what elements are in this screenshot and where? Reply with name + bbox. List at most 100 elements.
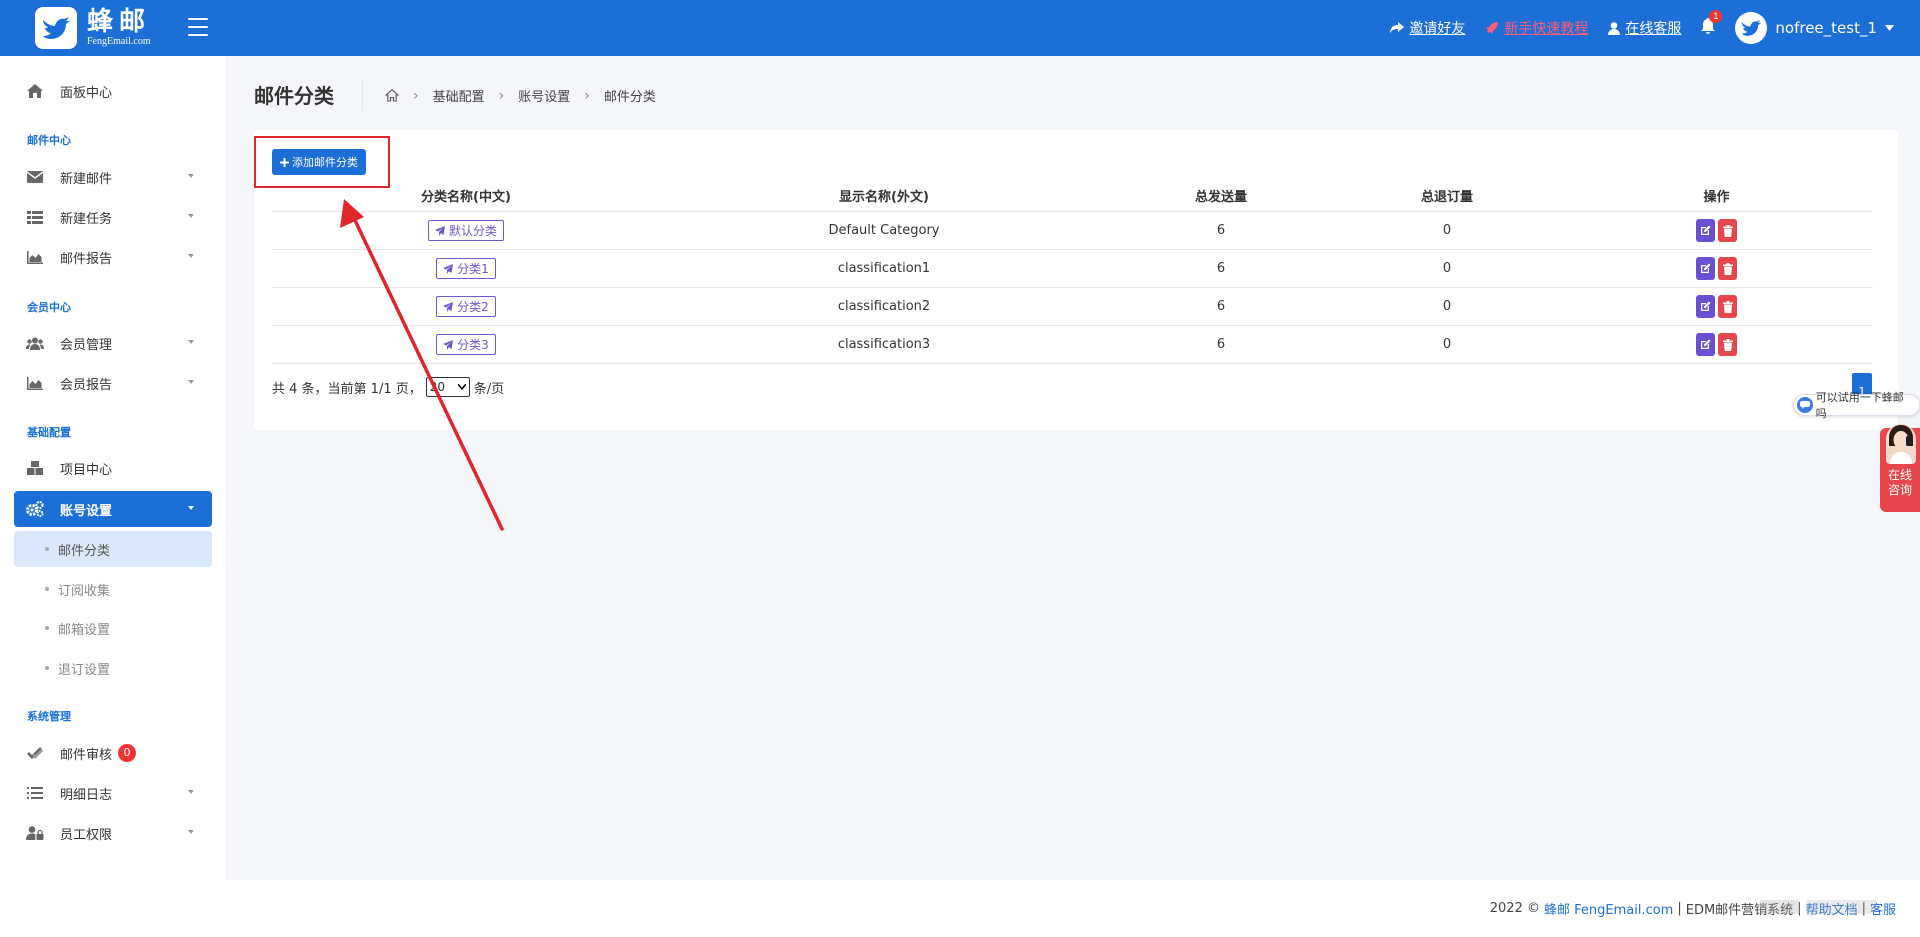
invite-friends-link[interactable]: 邀请好友 — [1390, 18, 1465, 38]
category-name: 默认分类 — [448, 224, 497, 238]
breadcrumb-separator-icon: › — [584, 87, 590, 104]
brand-link[interactable]: 蜂邮 FengEmail.com — [1544, 899, 1673, 918]
page-size-value: 20 — [429, 380, 446, 394]
category-name: 分类2 — [457, 300, 489, 314]
users-icon — [26, 334, 44, 352]
chevron-down-icon — [188, 214, 194, 218]
sidebar-item-member-manage[interactable]: 会员管理 — [14, 325, 212, 361]
display-name: classification2 — [837, 299, 931, 314]
sidebar-item-label: 会员管理 — [60, 337, 113, 353]
table-row: 默认分类 Default Category 6 0 — [272, 212, 1873, 250]
breadcrumb-item: 邮件分类 — [603, 90, 656, 105]
sidebar-item-project-center[interactable]: 项目中心 — [14, 450, 212, 486]
section-member-center: 会员中心 — [27, 301, 71, 314]
column-header: 显示名称(外文) — [839, 190, 929, 205]
logo[interactable]: 蜂邮 FengEmail.com — [35, 6, 185, 50]
table-row: 分类1 classification1 6 0 — [272, 250, 1873, 288]
breadcrumb-separator-icon: › — [498, 87, 505, 104]
footer-separator: | — [1677, 901, 1682, 916]
total-sent: 6 — [1216, 261, 1226, 276]
sidebar-item-label: 邮件报告 — [60, 251, 113, 267]
list-icon — [26, 784, 44, 802]
display-name: Default Category — [828, 223, 940, 238]
share-icon — [1390, 22, 1405, 34]
cubes-icon — [26, 459, 44, 477]
avatar — [1735, 12, 1768, 44]
table-row: 分类3 classification3 6 0 — [272, 326, 1873, 364]
display-name: classification3 — [837, 337, 931, 352]
category-tag[interactable]: 分类3 — [436, 334, 496, 355]
sidebar: 面板中心 邮件中心 新建邮件 新建任务 邮件报告 会员中心 会员管理 会员报告 … — [0, 56, 226, 937]
trash-icon — [1722, 262, 1733, 275]
sidebar-subitem-unsubscribe[interactable]: 退订设置 — [14, 650, 212, 686]
table-row: 分类2 classification2 6 0 — [272, 288, 1873, 326]
category-tag[interactable]: 默认分类 — [427, 220, 504, 241]
chevron-down-icon — [188, 830, 194, 834]
online-consult-button[interactable]: 在线 咨询 — [1880, 424, 1920, 512]
sidebar-item-new-task[interactable]: 新建任务 — [14, 199, 212, 235]
edit-button[interactable] — [1696, 333, 1715, 356]
sidebar-item-label: 项目中心 — [60, 462, 113, 478]
sidebar-item-label: 账号设置 — [60, 503, 113, 519]
breadcrumb-item[interactable]: 基础配置 — [433, 86, 485, 105]
agent-avatar — [1886, 424, 1916, 464]
delete-button[interactable] — [1718, 257, 1737, 280]
delete-button[interactable] — [1718, 333, 1737, 356]
total-unsubscribed: 0 — [1442, 223, 1452, 238]
double-check-icon — [26, 744, 44, 762]
edit-button[interactable] — [1696, 219, 1715, 242]
sidebar-item-account-settings[interactable]: 账号设置 — [14, 491, 212, 527]
brand-domain: FengEmail.com — [87, 36, 151, 47]
sidebar-item-mail-review[interactable]: 邮件审核 0 — [14, 735, 212, 771]
notification-count: 1 — [1709, 10, 1723, 23]
delete-button[interactable] — [1718, 295, 1737, 318]
paper-plane-icon — [434, 225, 445, 236]
table-header: 分类名称(中文) 显示名称(外文) 总发送量 总退订量 操作 — [272, 180, 1873, 212]
sidebar-item-label: 邮件审核 — [60, 747, 113, 763]
delete-button[interactable] — [1718, 219, 1737, 242]
page-title: 邮件分类 — [254, 84, 334, 108]
home-icon[interactable] — [385, 89, 399, 102]
quick-tutorial-link[interactable]: 新手快速教程 — [1485, 18, 1588, 38]
notification-bell[interactable]: 1 — [1701, 10, 1723, 38]
category-name: 分类3 — [457, 338, 489, 352]
sidebar-item-detail-log[interactable]: 明细日志 — [14, 775, 212, 811]
edit-icon — [1701, 225, 1711, 235]
sidebar-subitem-mailbox[interactable]: 邮箱设置 — [14, 610, 212, 646]
pager: 共 4 条，当前第 1/1 页， 20 条/页 — [272, 377, 504, 397]
sidebar-item-dashboard[interactable]: 面板中心 — [14, 73, 212, 109]
online-support-label: 在线客服 — [1625, 21, 1682, 37]
user-menu[interactable]: nofree_test_1 — [1735, 12, 1894, 44]
edit-button[interactable] — [1696, 257, 1715, 280]
chat-icon — [1797, 397, 1813, 413]
sidebar-subitem-subscription[interactable]: 订阅收集 — [14, 571, 212, 607]
category-tag[interactable]: 分类1 — [436, 258, 496, 279]
page-size-select[interactable]: 20 — [425, 377, 470, 397]
username: nofree_test_1 — [1775, 19, 1877, 37]
quick-tutorial-label: 新手快速教程 — [1504, 21, 1589, 37]
edit-button[interactable] — [1696, 295, 1715, 318]
sidebar-item-new-mail[interactable]: 新建邮件 — [14, 159, 212, 195]
sidebar-subitem-mail-category[interactable]: 邮件分类 — [14, 531, 212, 567]
sidebar-item-member-report[interactable]: 会员报告 — [14, 365, 212, 401]
menu-toggle-icon[interactable] — [188, 18, 208, 36]
sidebar-item-mail-report[interactable]: 邮件报告 — [14, 239, 212, 275]
sidebar-item-label: 员工权限 — [60, 827, 113, 843]
edit-icon — [1701, 339, 1711, 349]
sidebar-item-label: 会员报告 — [60, 377, 113, 393]
sidebar-item-staff-permission[interactable]: 员工权限 — [14, 815, 212, 851]
trial-tip-bubble[interactable]: 可以试用一下蜂邮吗 — [1793, 391, 1920, 420]
section-system-manage: 系统管理 — [27, 710, 71, 723]
breadcrumb-item[interactable]: 账号设置 — [518, 86, 570, 105]
chevron-down-icon — [188, 506, 194, 510]
online-support-link[interactable]: 在线客服 — [1608, 18, 1681, 38]
section-mail-center: 邮件中心 — [27, 134, 71, 147]
area-chart-icon — [26, 374, 44, 392]
area-chart-icon — [26, 248, 44, 266]
total-unsubscribed: 0 — [1442, 337, 1452, 352]
category-tag[interactable]: 分类2 — [436, 296, 496, 317]
trial-tip-text: 可以试用一下蜂邮吗 — [1815, 391, 1904, 420]
chevron-down-icon — [1885, 25, 1894, 31]
title-divider — [362, 78, 363, 110]
chevron-down-icon — [188, 380, 194, 384]
